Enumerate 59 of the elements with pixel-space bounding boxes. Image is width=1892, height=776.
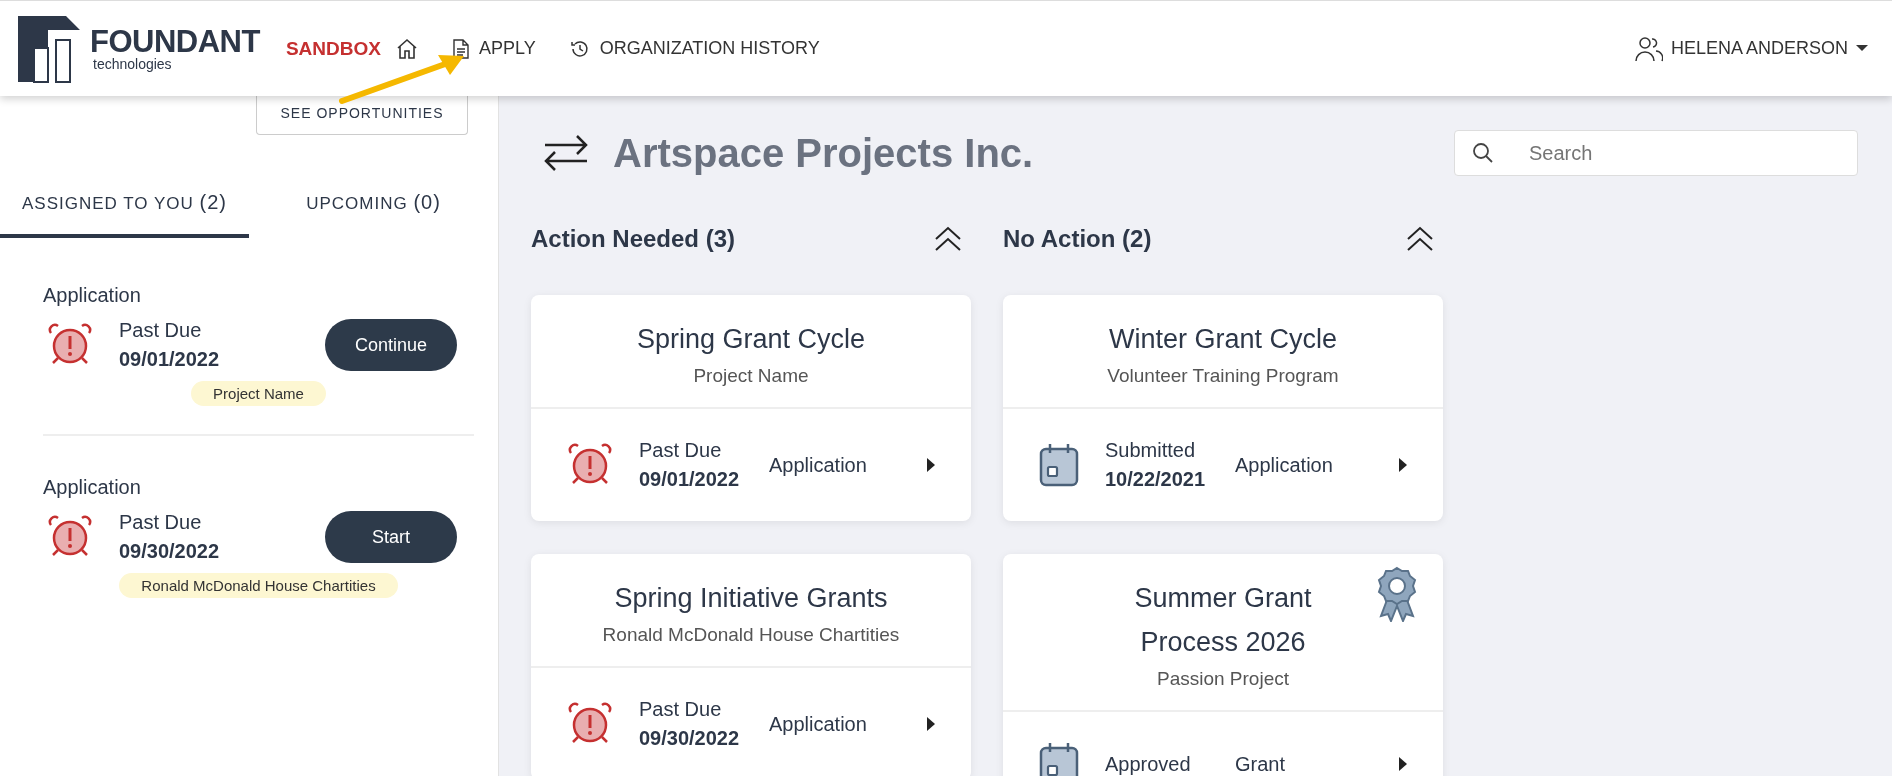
grant-card[interactable]: Spring Initiative Grants Ronald McDonald House Chartities Past Due 09/30/2022 Application: [531, 554, 971, 776]
caret-right-icon[interactable]: [1399, 757, 1407, 771]
task-date: 09/01/2022: [119, 348, 221, 371]
task-type: Application: [43, 476, 142, 499]
grant-card[interactable]: Summer Grant Process 2026 Passion Project Approved Grant: [1003, 554, 1443, 776]
project-tag: Ronald McDonald House Chartities: [119, 573, 398, 598]
card-status: Submitted: [1105, 439, 1197, 462]
organization-name: Artspace Projects Inc.: [613, 130, 1034, 176]
sidebar-tab[interactable]: ASSIGNED TO YOU (2): [0, 183, 249, 238]
card-status: Past Due: [639, 439, 723, 462]
task-status: Past Due: [119, 319, 203, 342]
calendar-icon: [1039, 443, 1079, 487]
caret-right-icon[interactable]: [927, 458, 935, 472]
task-action-button[interactable]: Continue: [325, 319, 457, 371]
card-date: 09/01/2022: [639, 468, 741, 491]
collapse-icon[interactable]: [933, 226, 963, 252]
card-title: Spring Grant Cycle: [636, 323, 866, 356]
sidebar-tab[interactable]: UPCOMING (0): [249, 183, 498, 238]
search-field[interactable]: Search: [1454, 130, 1858, 176]
task-action-button[interactable]: Start: [325, 511, 457, 563]
history-icon: [569, 38, 590, 59]
card-subtitle: Project Name: [693, 365, 809, 387]
grant-card[interactable]: Winter Grant Cycle Volunteer Training Program Submitted 10/22/2021 Application: [1003, 295, 1443, 521]
task-type: Application: [43, 284, 142, 307]
section-heading: No Action (2): [1003, 225, 1152, 253]
grant-card[interactable]: Spring Grant Cycle Project Name Past Due 09/01/2022 Application: [531, 295, 971, 521]
card-date: 10/22/2021: [1105, 468, 1207, 491]
project-tag: Project Name: [191, 381, 326, 406]
apply-link[interactable]: APPLY: [452, 38, 536, 59]
organization-history-link[interactable]: ORGANIZATION HISTORY: [569, 38, 820, 59]
card-subtitle: Passion Project: [1157, 668, 1289, 690]
card-title: Winter Grant Cycle: [1108, 323, 1338, 356]
card-subtitle: Ronald McDonald House Chartities: [602, 624, 900, 646]
task-status: Past Due: [119, 511, 203, 534]
calendar-icon: [1039, 742, 1079, 776]
card-type: Application: [769, 453, 868, 477]
card-subtitle: Volunteer Training Program: [1107, 365, 1339, 387]
collapse-icon[interactable]: [1405, 226, 1435, 252]
logo-wordmark: FOUNDANT: [90, 26, 260, 57]
card-title: Summer Grant Process 2026: [1134, 582, 1312, 659]
document-icon: [452, 38, 469, 59]
users-icon: [1634, 35, 1663, 62]
caret-right-icon[interactable]: [1399, 458, 1407, 472]
search-icon: [1472, 142, 1494, 164]
sandbox-label: SANDBOX: [285, 37, 381, 60]
card-type: Application: [1235, 453, 1334, 477]
caret-icon: [1856, 45, 1868, 52]
card-type: Grant: [1235, 752, 1287, 776]
card-status: Approved: [1105, 752, 1192, 776]
user-menu[interactable]: HELENA ANDERSON: [1634, 35, 1868, 62]
card-type: Application: [769, 712, 868, 736]
task-date: 09/30/2022: [119, 540, 221, 563]
logo-tagline: technologies: [93, 57, 173, 71]
card-status: Past Due: [639, 698, 723, 721]
caret-right-icon[interactable]: [927, 717, 935, 731]
section-heading: Action Needed (3): [531, 225, 736, 253]
card-title: Spring Initiative Grants: [614, 582, 888, 615]
card-date: 09/30/2022: [639, 727, 741, 750]
swap-icon[interactable]: [543, 133, 589, 173]
